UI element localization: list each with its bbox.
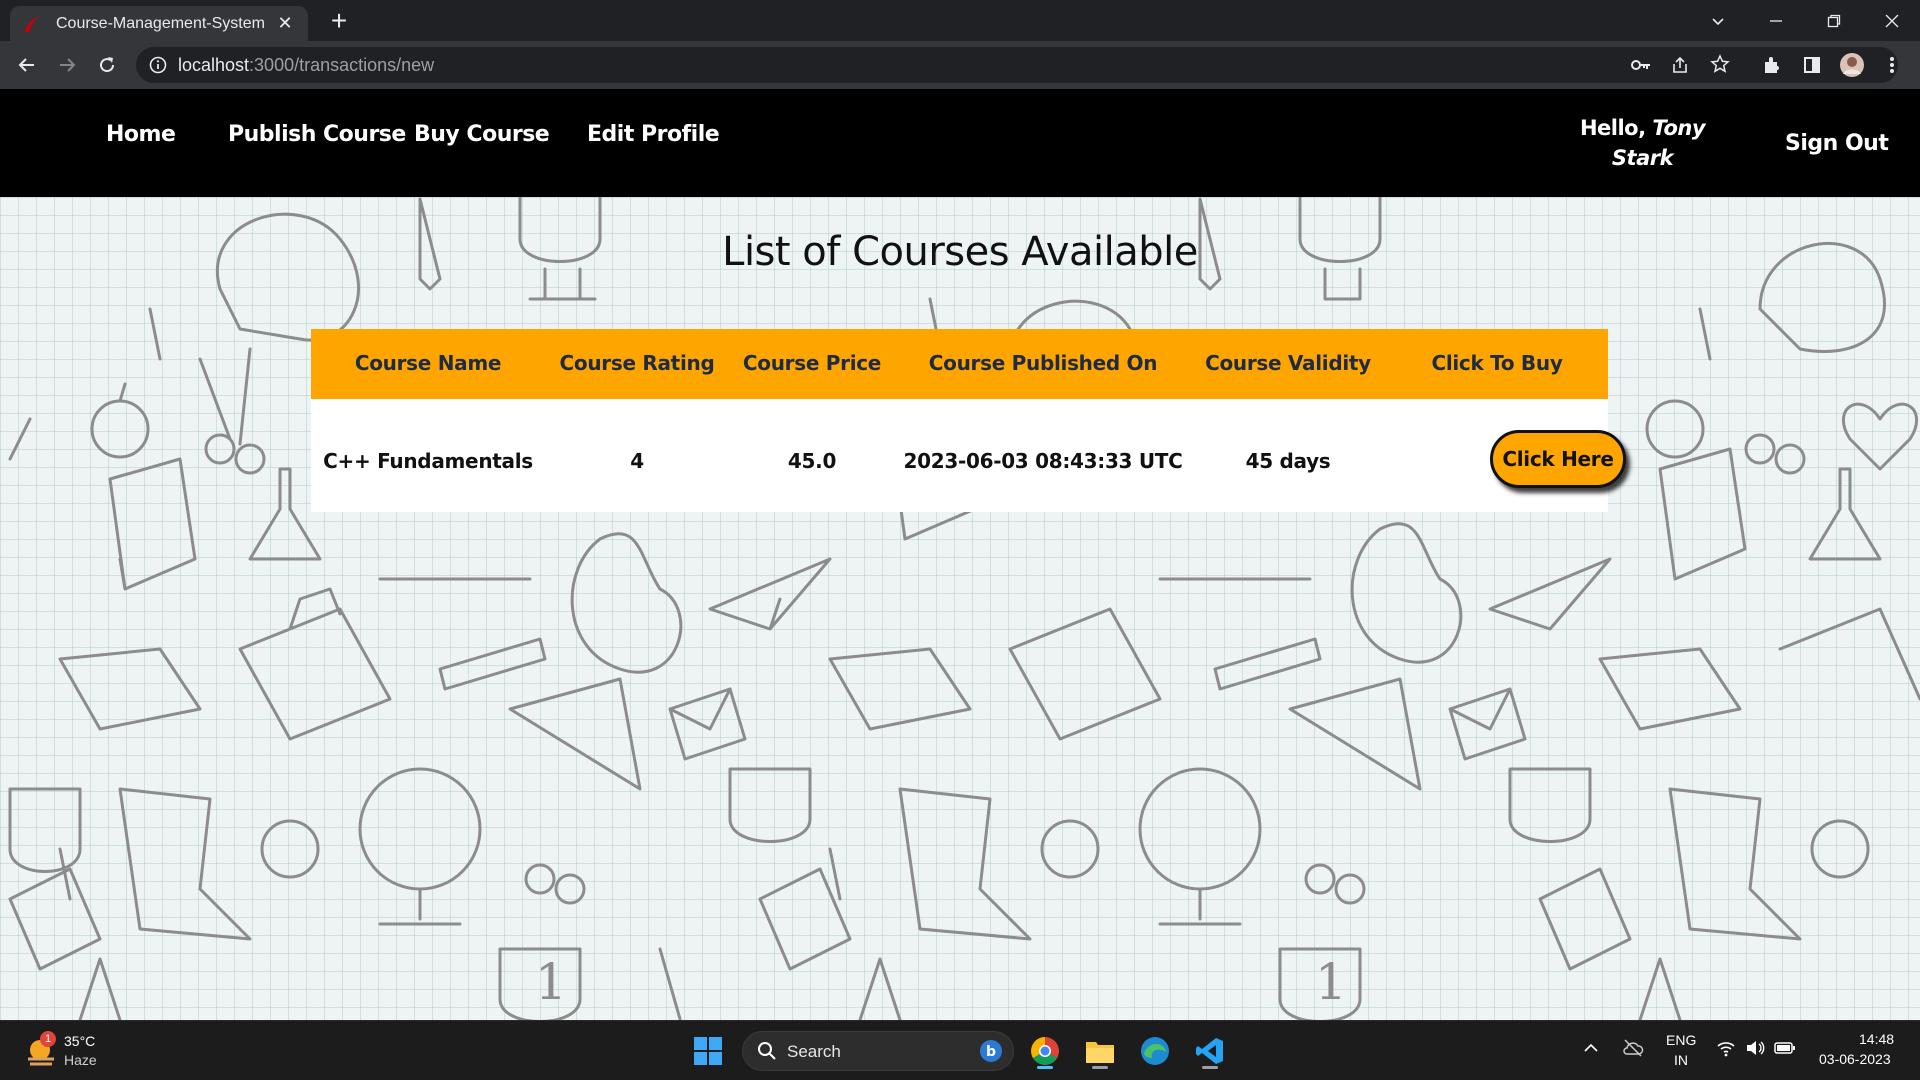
forward-icon[interactable] — [52, 50, 82, 80]
header-course-price: Course Price — [742, 351, 882, 375]
browser-tabstrip: Course-Management-System ✕ + — [0, 0, 1920, 41]
chrome-taskbar-icon[interactable] — [1025, 1031, 1065, 1071]
back-icon[interactable] — [12, 50, 42, 80]
header-course-name: Course Name — [354, 351, 502, 375]
taskbar-search-box[interactable]: Search b — [742, 1031, 1014, 1071]
cell-course-published-on: 2023-06-03 08:43:33 UTC — [903, 449, 1183, 473]
edge-icon[interactable] — [1135, 1031, 1175, 1071]
running-indicator — [1202, 1066, 1218, 1069]
running-indicator — [1092, 1066, 1108, 1069]
wifi-icon[interactable] — [1716, 1039, 1736, 1062]
search-icon — [757, 1041, 777, 1066]
page-viewport: 1 1 Home Publish Course Buy Course Edit … — [0, 89, 1920, 1020]
share-icon[interactable] — [1670, 55, 1690, 80]
sign-out-link[interactable]: Sign Out — [1785, 131, 1889, 156]
running-indicator — [1037, 1066, 1053, 1069]
header-course-rating: Course Rating — [559, 351, 715, 375]
close-window-icon[interactable] — [1864, 0, 1920, 41]
page-title: List of Courses Available — [722, 229, 1198, 275]
battery-icon[interactable] — [1774, 1040, 1796, 1061]
password-key-icon[interactable] — [1630, 55, 1652, 80]
cell-course-price: 45.0 — [787, 449, 837, 473]
vscode-icon[interactable] — [1190, 1031, 1230, 1071]
region-code[interactable]: IN — [1674, 1052, 1688, 1068]
profile-avatar[interactable] — [1837, 50, 1867, 80]
weather-widget[interactable]: 1 35°C Haze — [20, 1031, 140, 1073]
file-explorer-icon[interactable] — [1080, 1031, 1120, 1071]
weather-desc: Haze — [64, 1052, 97, 1068]
search-label: Search — [787, 1042, 841, 1061]
cloud-offline-icon[interactable] — [1622, 1038, 1644, 1063]
clock-date[interactable]: 03-06-2023 — [1819, 1051, 1891, 1067]
svg-text:b: b — [986, 1044, 996, 1060]
volume-icon[interactable] — [1745, 1039, 1765, 1062]
nav-buy-course-link[interactable]: Buy Course — [414, 122, 550, 147]
cell-course-name: C++ Fundamentals — [323, 449, 533, 473]
user-greeting: Hello, Tony Stark — [1579, 116, 1706, 170]
nav-edit-profile-link[interactable]: Edit Profile — [587, 122, 720, 147]
url-text[interactable]: localhost:3000/transactions/new — [178, 55, 434, 76]
svg-text:1: 1 — [535, 953, 567, 1011]
close-tab-icon[interactable]: ✕ — [274, 13, 296, 34]
browser-toolbar: localhost:3000/transactions/new — [0, 41, 1920, 89]
user-first-name: Tony — [1652, 116, 1706, 140]
nav-publish-course-link[interactable]: Publish Course — [228, 122, 406, 147]
minimize-icon[interactable] — [1748, 0, 1804, 41]
cell-course-rating: 4 — [630, 449, 644, 473]
courses-table: Course Name Course Rating Course Price C… — [311, 329, 1626, 512]
windows-start-icon[interactable] — [688, 1031, 728, 1071]
rails-favicon-icon — [22, 14, 42, 34]
weather-temp: 35°C — [64, 1033, 96, 1049]
chrome-menu-icon[interactable] — [1877, 50, 1907, 80]
svg-text:1: 1 — [1315, 953, 1347, 1011]
side-panel-icon[interactable] — [1797, 50, 1827, 80]
tab-search-icon[interactable] — [1690, 0, 1746, 41]
table-header-row: Course Name Course Rating Course Price C… — [311, 329, 1608, 399]
reload-icon[interactable] — [92, 50, 122, 80]
show-hidden-icons-chevron-icon[interactable] — [1583, 1040, 1599, 1061]
extensions-icon[interactable] — [1757, 50, 1787, 80]
clock-time[interactable]: 14:48 — [1859, 1031, 1894, 1047]
top-navbar: Home Publish Course Buy Course Edit Prof… — [0, 89, 1920, 197]
bing-icon[interactable]: b — [979, 1039, 1003, 1068]
language-code[interactable]: ENG — [1666, 1032, 1696, 1048]
header-course-validity: Course Validity — [1205, 351, 1371, 375]
windows-taskbar: 1 35°C Haze Search b ENG IN 14:48 03-06-… — [0, 1020, 1920, 1080]
user-last-name: Stark — [1611, 146, 1674, 170]
site-info-icon[interactable] — [148, 55, 168, 80]
click-here-buy-button[interactable]: Click Here — [1490, 430, 1626, 488]
new-tab-icon[interactable]: + — [324, 6, 354, 36]
weather-badge: 1 — [40, 1031, 56, 1047]
address-bar[interactable]: localhost:3000/transactions/new — [136, 47, 1898, 83]
nav-home-link[interactable]: Home — [106, 122, 176, 147]
tab-title: Course-Management-System — [56, 14, 265, 32]
restore-icon[interactable] — [1806, 0, 1862, 41]
cell-course-validity: 45 days — [1245, 449, 1331, 473]
browser-tab[interactable]: Course-Management-System ✕ — [10, 6, 308, 41]
header-course-published-on: Course Published On — [928, 351, 1158, 375]
bookmark-star-icon[interactable] — [1710, 54, 1730, 79]
header-click-to-buy: Click To Buy — [1431, 351, 1563, 375]
